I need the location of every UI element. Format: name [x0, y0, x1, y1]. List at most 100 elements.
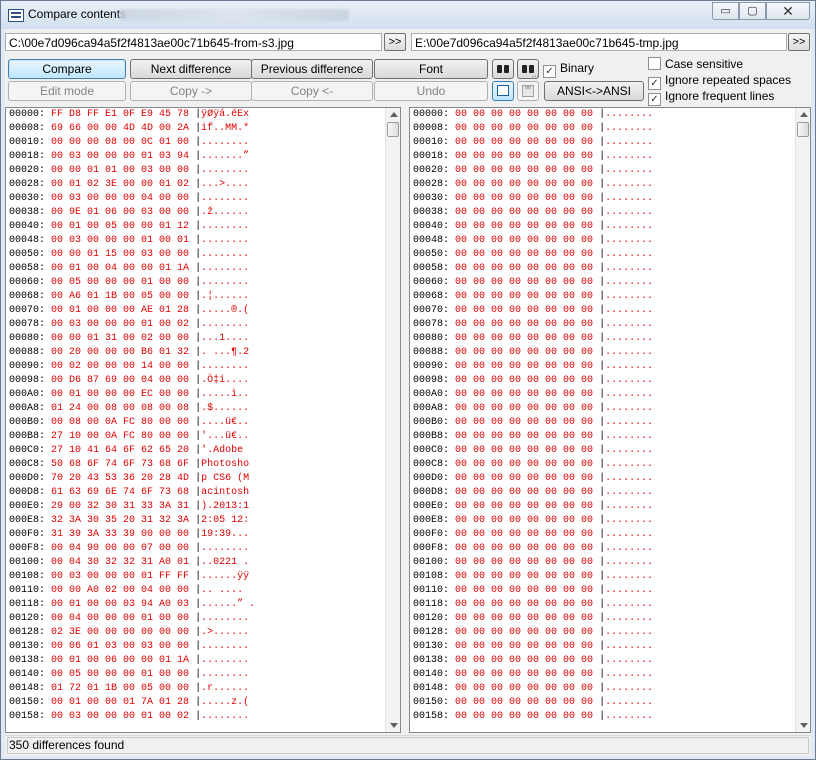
hex-line[interactable]: 00068: 00 A6 01 1B 00 05 00 00 |.¦......: [6, 290, 386, 304]
hex-line[interactable]: 00058: 00 01 00 04 00 00 01 1A |........: [6, 262, 386, 276]
binary-checkbox-box[interactable]: ✓: [543, 65, 556, 78]
hex-line[interactable]: 000B0: 00 08 00 0A FC 80 00 00 |....ü€..: [6, 416, 386, 430]
save-button[interactable]: [517, 81, 539, 101]
hex-line[interactable]: 000D8: 00 00 00 00 00 00 00 00 |........: [410, 486, 790, 500]
hex-line[interactable]: 00040: 00 00 00 00 00 00 00 00 |........: [410, 220, 790, 234]
minimize-button[interactable]: ▭: [712, 2, 739, 20]
hex-line[interactable]: 00010: 00 00 00 00 00 00 00 00 |........: [410, 136, 790, 150]
hex-line[interactable]: 00098: 00 D6 87 69 00 04 00 00 |.Ö‡i....: [6, 374, 386, 388]
ansi-convert-button[interactable]: ANSI<->ANSI: [544, 81, 644, 101]
hex-line[interactable]: 00090: 00 00 00 00 00 00 00 00 |........: [410, 360, 790, 374]
scroll-down-arrow-icon[interactable]: [390, 723, 398, 728]
hex-line[interactable]: 00050: 00 00 00 00 00 00 00 00 |........: [410, 248, 790, 262]
hex-line[interactable]: 000F0: 00 00 00 00 00 00 00 00 |........: [410, 528, 790, 542]
undo-button[interactable]: Undo: [374, 81, 488, 101]
copy-right-button[interactable]: Copy ->: [130, 81, 252, 101]
hex-line[interactable]: 000D0: 70 20 43 53 36 20 28 4D |p CS6 (M: [6, 472, 386, 486]
case-sensitive-checkbox[interactable]: Case sensitive: [648, 57, 743, 72]
hex-line[interactable]: 000C0: 27 10 41 64 6F 62 65 20 |'.Adobe: [6, 444, 386, 458]
maximize-button[interactable]: ▢: [739, 2, 766, 20]
hex-line[interactable]: 00148: 00 00 00 00 00 00 00 00 |........: [410, 682, 790, 696]
hex-line[interactable]: 00138: 00 00 00 00 00 00 00 00 |........: [410, 654, 790, 668]
hex-line[interactable]: 000F8: 00 00 00 00 00 00 00 00 |........: [410, 542, 790, 556]
hex-line[interactable]: 00140: 00 05 00 00 00 01 00 00 |........: [6, 668, 386, 682]
left-hex-panel[interactable]: 00000: FF D8 FF E1 0F E9 45 78 |ÿØÿá.éEx…: [5, 107, 401, 733]
hex-line[interactable]: 000A0: 00 01 00 00 00 EC 00 00 |.....ì..: [6, 388, 386, 402]
hex-line[interactable]: 00158: 00 03 00 00 00 01 00 02 |........: [6, 710, 386, 724]
hex-line[interactable]: 00038: 00 00 00 00 00 00 00 00 |........: [410, 206, 790, 220]
hex-line[interactable]: 00078: 00 03 00 00 00 01 00 02 |........: [6, 318, 386, 332]
hex-line[interactable]: 00020: 00 00 01 01 00 03 00 00 |........: [6, 164, 386, 178]
hex-line[interactable]: 000E0: 00 00 00 00 00 00 00 00 |........: [410, 500, 790, 514]
hex-line[interactable]: 00150: 00 00 00 00 00 00 00 00 |........: [410, 696, 790, 710]
hex-line[interactable]: 00080: 00 00 01 31 00 02 00 00 |...1....: [6, 332, 386, 346]
hex-line[interactable]: 00100: 00 00 00 00 00 00 00 00 |........: [410, 556, 790, 570]
hex-line[interactable]: 00028: 00 01 02 3E 00 00 01 02 |...>....: [6, 178, 386, 192]
ignore-frequent-lines-checkbox[interactable]: ✓ Ignore frequent lines: [648, 89, 774, 106]
hex-line[interactable]: 00070: 00 01 00 00 00 AE 01 28 |.....®.(: [6, 304, 386, 318]
hex-line[interactable]: 00060: 00 05 00 00 00 01 00 00 |........: [6, 276, 386, 290]
hex-line[interactable]: 000B8: 27 10 00 0A FC 80 00 00 |'...ü€..: [6, 430, 386, 444]
find-button[interactable]: [492, 59, 514, 79]
right-scrollbar[interactable]: [795, 108, 810, 732]
hex-line[interactable]: 000F8: 00 04 90 00 00 07 00 00 |........: [6, 542, 386, 556]
hex-line[interactable]: 00070: 00 00 00 00 00 00 00 00 |........: [410, 304, 790, 318]
scroll-up-arrow-icon[interactable]: [390, 112, 398, 117]
hex-line[interactable]: 00128: 02 3E 00 00 00 00 00 00 |.>......: [6, 626, 386, 640]
close-button[interactable]: ✕: [766, 2, 810, 20]
hex-line[interactable]: 00028: 00 00 00 00 00 00 00 00 |........: [410, 178, 790, 192]
hex-line[interactable]: 00108: 00 03 00 00 00 01 FF FF |......ÿÿ: [6, 570, 386, 584]
hex-line[interactable]: 00068: 00 00 00 00 00 00 00 00 |........: [410, 290, 790, 304]
title-bar[interactable]: Compare contents ▭ ▢ ✕: [1, 1, 815, 29]
ignore-repeated-spaces-checkbox[interactable]: ✓ Ignore repeated spaces: [648, 73, 791, 90]
hex-line[interactable]: 00078: 00 00 00 00 00 00 00 00 |........: [410, 318, 790, 332]
hex-line[interactable]: 00018: 00 00 00 00 00 00 00 00 |........: [410, 150, 790, 164]
hex-line[interactable]: 00088: 00 20 00 00 00 B6 01 32 |. ...¶.2: [6, 346, 386, 360]
binary-checkbox[interactable]: ✓ Binary: [543, 61, 594, 78]
hex-line[interactable]: 00108: 00 00 00 00 00 00 00 00 |........: [410, 570, 790, 584]
hex-line[interactable]: 00048: 00 00 00 00 00 00 00 00 |........: [410, 234, 790, 248]
hex-line[interactable]: 000E8: 32 3A 30 35 20 31 32 3A |2:05 12:: [6, 514, 386, 528]
hex-line[interactable]: 00090: 00 02 00 00 00 14 00 00 |........: [6, 360, 386, 374]
hex-line[interactable]: 00158: 00 00 00 00 00 00 00 00 |........: [410, 710, 790, 724]
hex-line[interactable]: 00138: 00 01 00 06 00 00 01 1A |........: [6, 654, 386, 668]
hex-line[interactable]: 00118: 00 01 00 00 03 94 A0 03 |......” …: [6, 598, 386, 612]
previous-difference-button[interactable]: Previous difference: [251, 59, 373, 79]
hex-line[interactable]: 00018: 00 03 00 00 00 01 03 94 |.......”: [6, 150, 386, 164]
hex-line[interactable]: 00130: 00 00 00 00 00 00 00 00 |........: [410, 640, 790, 654]
hex-line[interactable]: 00098: 00 00 00 00 00 00 00 00 |........: [410, 374, 790, 388]
find-next-button[interactable]: ···: [517, 59, 539, 80]
scroll-thumb[interactable]: [387, 122, 399, 137]
hex-line[interactable]: 000C8: 50 68 6F 74 6F 73 68 6F |Photosho: [6, 458, 386, 472]
hex-line[interactable]: 000C8: 00 00 00 00 00 00 00 00 |........: [410, 458, 790, 472]
hex-line[interactable]: 000B0: 00 00 00 00 00 00 00 00 |........: [410, 416, 790, 430]
hex-line[interactable]: 000E0: 29 00 32 30 31 33 3A 31 |).2013:1: [6, 500, 386, 514]
ignore-frequent-lines-box[interactable]: ✓: [648, 93, 661, 106]
hex-line[interactable]: 00058: 00 00 00 00 00 00 00 00 |........: [410, 262, 790, 276]
hex-line[interactable]: 00008: 69 66 00 00 4D 4D 00 2A |if..MM.*: [6, 122, 386, 136]
next-difference-button[interactable]: Next difference: [130, 59, 252, 79]
hex-line[interactable]: 00000: 00 00 00 00 00 00 00 00 |........: [410, 108, 790, 122]
hex-line[interactable]: 000A8: 01 24 00 08 00 08 00 08 |.$......: [6, 402, 386, 416]
hex-line[interactable]: 00050: 00 00 01 15 00 03 00 00 |........: [6, 248, 386, 262]
hex-line[interactable]: 00120: 00 04 00 00 00 01 00 00 |........: [6, 612, 386, 626]
hex-line[interactable]: 00080: 00 00 00 00 00 00 00 00 |........: [410, 332, 790, 346]
hex-line[interactable]: 000C0: 00 00 00 00 00 00 00 00 |........: [410, 444, 790, 458]
scroll-thumb[interactable]: [797, 122, 809, 137]
hex-line[interactable]: 00030: 00 00 00 00 00 00 00 00 |........: [410, 192, 790, 206]
case-sensitive-box[interactable]: [648, 57, 661, 70]
left-scrollbar[interactable]: [385, 108, 400, 732]
hex-line[interactable]: 00120: 00 00 00 00 00 00 00 00 |........: [410, 612, 790, 626]
hex-line[interactable]: 00030: 00 03 00 00 00 04 00 00 |........: [6, 192, 386, 206]
hex-line[interactable]: 000A0: 00 00 00 00 00 00 00 00 |........: [410, 388, 790, 402]
hex-line[interactable]: 00010: 00 00 00 08 00 0C 01 00 |........: [6, 136, 386, 150]
right-hex-panel[interactable]: 00000: 00 00 00 00 00 00 00 00 |........…: [409, 107, 811, 733]
hex-line[interactable]: 00150: 00 01 00 00 01 7A 01 28 |.....z.(: [6, 696, 386, 710]
hex-line[interactable]: 00088: 00 00 00 00 00 00 00 00 |........: [410, 346, 790, 360]
hex-line[interactable]: 000D8: 61 63 69 6E 74 6F 73 68 |acintosh: [6, 486, 386, 500]
hex-line[interactable]: 00008: 00 00 00 00 00 00 00 00 |........: [410, 122, 790, 136]
hex-line[interactable]: 00038: 00 9E 01 06 00 03 00 00 |.ž......: [6, 206, 386, 220]
left-browse-button[interactable]: >>: [384, 33, 406, 51]
hex-line[interactable]: 000F0: 31 39 3A 33 39 00 00 00 |19:39...: [6, 528, 386, 542]
hex-line[interactable]: 00020: 00 00 00 00 00 00 00 00 |........: [410, 164, 790, 178]
